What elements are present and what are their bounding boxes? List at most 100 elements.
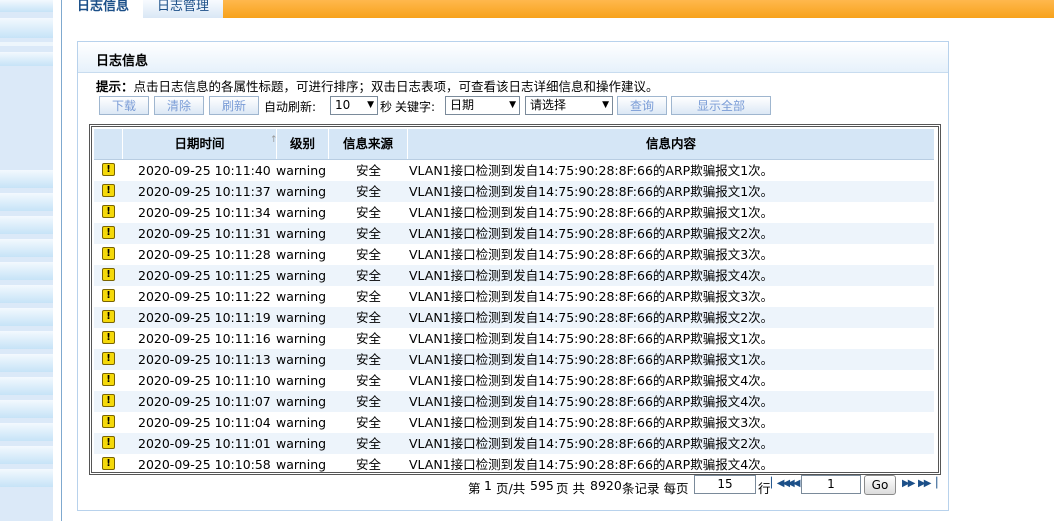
table-row[interactable]: ! 2020-09-25 10:11:31 warning 安全 VLAN1接口检测到发… bbox=[94, 223, 934, 244]
table-row[interactable]: ! 2020-09-25 10:11:16 warning 安全 VLAN1接口检测到发… bbox=[94, 328, 934, 349]
cell-content: VLAN1接口检测到发自14:75:90:28:8F:66的ARP欺骗报文2次。 bbox=[409, 310, 774, 325]
keyword-choice-select[interactable]: 请选择 ▼ bbox=[525, 96, 613, 115]
cell-content: VLAN1接口检测到发自14:75:90:28:8F:66的ARP欺骗报文1次。 bbox=[409, 163, 774, 178]
column-header-time[interactable]: 日期时间 bbox=[122, 129, 276, 159]
column-header-level[interactable]: 级别 bbox=[276, 129, 328, 159]
cell-level: warning bbox=[276, 310, 327, 325]
sidebar-item[interactable] bbox=[0, 423, 53, 441]
cell-content: VLAN1接口检测到发自14:75:90:28:8F:66的ARP欺骗报文4次。 bbox=[409, 373, 774, 388]
sidebar-item[interactable] bbox=[0, 193, 53, 211]
warning-icon: ! bbox=[102, 331, 115, 344]
sidebar-item[interactable] bbox=[0, 285, 53, 303]
cell-time: 2020-09-25 10:11:37 bbox=[138, 184, 271, 199]
cell-source: 安全 bbox=[356, 436, 382, 451]
sidebar-item[interactable] bbox=[0, 469, 53, 487]
sidebar-item[interactable] bbox=[0, 18, 53, 38]
cell-level: warning bbox=[276, 373, 327, 388]
column-header-source[interactable]: 信息来源 bbox=[328, 129, 407, 159]
panel-header: 日志信息 bbox=[78, 42, 948, 73]
keyword-choice-value: 请选择 bbox=[530, 98, 567, 112]
cell-content: VLAN1接口检测到发自14:75:90:28:8F:66的ARP欺骗报文2次。 bbox=[409, 436, 774, 451]
warning-icon: ! bbox=[102, 436, 115, 449]
goto-page-input[interactable]: 1 bbox=[801, 475, 861, 494]
cell-level: warning bbox=[276, 289, 327, 304]
page-suffix: 页 共 bbox=[556, 481, 585, 496]
warning-icon: ! bbox=[102, 352, 115, 365]
last-page-icon[interactable]: ▶▶▕ bbox=[918, 478, 937, 489]
go-button[interactable]: Go bbox=[864, 475, 896, 495]
table-row[interactable]: ! 2020-09-25 10:11:13 warning 安全 VLAN1接口检测到发… bbox=[94, 349, 934, 370]
log-table: 日期时间 ↑ 级别 信息来源 信息内容 ! 2020-09-25 10:11:40… bbox=[89, 124, 941, 475]
log-info-panel: 日志信息 提示：点击日志信息的各属性标题，可进行排序；双击日志表项，可查看该日志… bbox=[77, 41, 949, 511]
table-row[interactable]: ! 2020-09-25 10:11:10 warning 安全 VLAN1接口检测到发… bbox=[94, 370, 934, 391]
sidebar-item[interactable] bbox=[0, 0, 53, 12]
table-row[interactable]: ! 2020-09-25 10:11:40 warning 安全 VLAN1接口检测到发… bbox=[94, 160, 934, 181]
sidebar-item[interactable] bbox=[0, 331, 53, 349]
sidebar-item[interactable] bbox=[0, 354, 53, 372]
cell-source: 安全 bbox=[356, 184, 382, 199]
cell-level: warning bbox=[276, 226, 327, 241]
sidebar-item[interactable] bbox=[0, 216, 53, 234]
cell-level: warning bbox=[276, 184, 327, 199]
sidebar-item[interactable] bbox=[0, 52, 53, 66]
cell-level: warning bbox=[276, 352, 327, 367]
seconds-label: 秒 bbox=[380, 100, 393, 114]
cell-level: warning bbox=[276, 394, 327, 409]
table-row[interactable]: ! 2020-09-25 10:11:37 warning 安全 VLAN1接口检测到发… bbox=[94, 181, 934, 202]
page-mid: 页/共 bbox=[496, 481, 526, 496]
rows-label: 行 bbox=[758, 481, 771, 496]
auto-refresh-value: 10 bbox=[335, 98, 351, 112]
sidebar-item[interactable] bbox=[0, 400, 53, 418]
keyword-field-select[interactable]: 日期 ▼ bbox=[445, 96, 520, 115]
cell-content: VLAN1接口检测到发自14:75:90:28:8F:66的ARP欺骗报文4次。 bbox=[409, 394, 774, 409]
sidebar-item[interactable] bbox=[0, 170, 53, 188]
refresh-button[interactable]: 刷新 bbox=[209, 96, 259, 115]
next-page-icon[interactable]: ▶▶ bbox=[902, 478, 915, 489]
query-button[interactable]: 查询 bbox=[617, 96, 667, 115]
sidebar-item[interactable] bbox=[0, 262, 53, 280]
auto-refresh-label: 自动刷新: bbox=[264, 100, 317, 114]
dropdown-arrow-icon: ▼ bbox=[509, 100, 516, 110]
show-all-button[interactable]: 显示全部 bbox=[671, 96, 771, 115]
cell-source: 安全 bbox=[356, 163, 382, 178]
cell-time: 2020-09-25 10:11:22 bbox=[138, 289, 271, 304]
per-page-input[interactable]: 15 bbox=[694, 475, 756, 494]
tab-log-info[interactable]: 日志信息 bbox=[63, 0, 145, 18]
warning-icon: ! bbox=[102, 163, 115, 176]
cell-time: 2020-09-25 10:11:13 bbox=[138, 352, 271, 367]
cell-level: warning bbox=[276, 205, 327, 220]
sidebar-item[interactable] bbox=[0, 239, 53, 257]
cell-level: warning bbox=[276, 415, 327, 430]
sidebar-divider-line bbox=[61, 0, 62, 521]
hint-body: 点击日志信息的各属性标题，可进行排序；双击日志表项，可查看该日志详细信息和操作建… bbox=[133, 79, 659, 94]
prev-page-icon[interactable]: ◀◀ bbox=[787, 478, 800, 489]
first-page-icon[interactable]: ▏◀◀ bbox=[771, 478, 790, 489]
cell-content: VLAN1接口检测到发自14:75:90:28:8F:66的ARP欺骗报文3次。 bbox=[409, 247, 774, 262]
dropdown-arrow-icon: ▼ bbox=[602, 100, 609, 110]
sidebar-item[interactable] bbox=[0, 308, 53, 326]
download-button[interactable]: 下载 bbox=[99, 96, 149, 115]
tab-log-management[interactable]: 日志管理 bbox=[143, 0, 224, 18]
column-header-content[interactable]: 信息内容 bbox=[407, 129, 934, 159]
records-suffix: 条记录 每页 bbox=[622, 481, 689, 496]
cell-content: VLAN1接口检测到发自14:75:90:28:8F:66的ARP欺骗报文1次。 bbox=[409, 352, 774, 367]
warning-icon: ! bbox=[102, 415, 115, 428]
cell-source: 安全 bbox=[356, 289, 382, 304]
sidebar-item[interactable] bbox=[0, 446, 53, 464]
auto-refresh-select[interactable]: 10 ▼ bbox=[330, 96, 378, 115]
clear-button[interactable]: 清除 bbox=[154, 96, 204, 115]
cell-level: warning bbox=[276, 163, 327, 178]
hint-text: 提示：点击日志信息的各属性标题，可进行排序；双击日志表项，可查看该日志详细信息和… bbox=[96, 76, 659, 95]
table-row[interactable]: ! 2020-09-25 10:11:07 warning 安全 VLAN1接口检测到发… bbox=[94, 391, 934, 412]
table-row[interactable]: ! 2020-09-25 10:11:19 warning 安全 VLAN1接口检测到发… bbox=[94, 307, 934, 328]
table-row[interactable]: ! 2020-09-25 10:11:34 warning 安全 VLAN1接口检测到发… bbox=[94, 202, 934, 223]
cell-time: 2020-09-25 10:10:58 bbox=[138, 457, 271, 472]
table-row[interactable]: ! 2020-09-25 10:11:01 warning 安全 VLAN1接口检测到发… bbox=[94, 433, 934, 454]
sidebar-item[interactable] bbox=[0, 377, 53, 395]
table-row[interactable]: ! 2020-09-25 10:11:04 warning 安全 VLAN1接口检测到发… bbox=[94, 412, 934, 433]
table-row[interactable]: ! 2020-09-25 10:10:58 warning 安全 VLAN1接口检测到发… bbox=[94, 454, 934, 472]
table-row[interactable]: ! 2020-09-25 10:11:25 warning 安全 VLAN1接口检测到发… bbox=[94, 265, 934, 286]
warning-icon: ! bbox=[102, 247, 115, 260]
table-row[interactable]: ! 2020-09-25 10:11:22 warning 安全 VLAN1接口检测到发… bbox=[94, 286, 934, 307]
table-row[interactable]: ! 2020-09-25 10:11:28 warning 安全 VLAN1接口检测到发… bbox=[94, 244, 934, 265]
